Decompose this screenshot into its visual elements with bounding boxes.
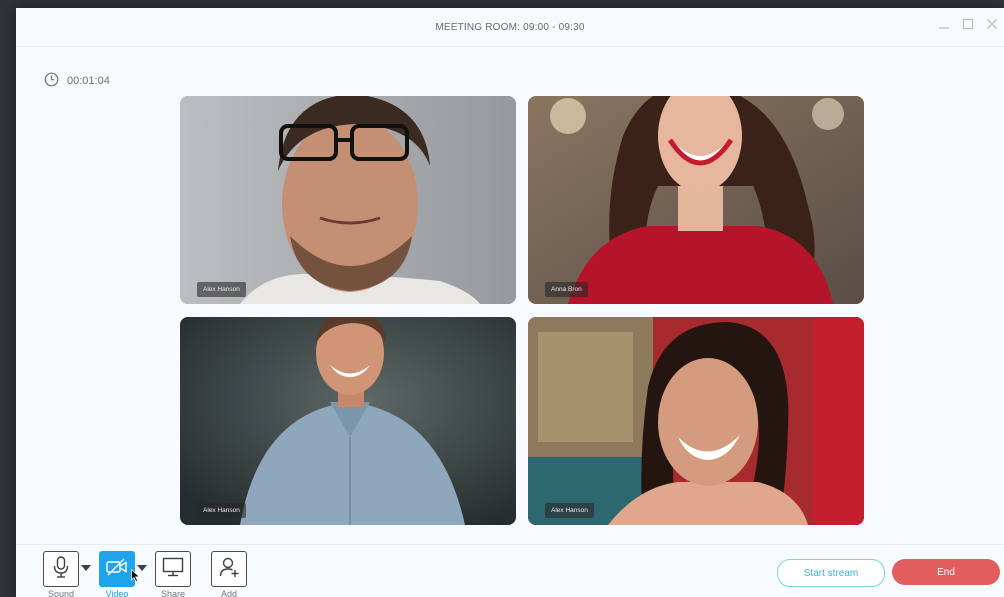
sound-label: Sound: [47, 589, 75, 597]
sound-toggle[interactable]: [43, 551, 79, 587]
video-off-icon: [106, 558, 128, 581]
window-title: MEETING ROOM: 09:00 - 09:30: [435, 21, 585, 33]
maximize-icon[interactable]: [962, 18, 974, 30]
video-toggle[interactable]: [99, 551, 135, 587]
title-bar: MEETING ROOM: 09:00 - 09:30: [16, 8, 1004, 47]
share-label: Share: [160, 589, 186, 597]
add-label: Add: [220, 589, 237, 597]
start-stream-button[interactable]: Start stream: [777, 559, 885, 587]
end-call-button[interactable]: End: [892, 559, 1000, 585]
add-participant-button[interactable]: Add: [209, 551, 249, 597]
minimize-icon[interactable]: [938, 18, 950, 30]
participant-name: Anna Bron: [545, 282, 588, 297]
video-label: Video: [105, 589, 129, 597]
clock-icon: [44, 72, 59, 90]
sound-button[interactable]: Sound: [41, 551, 81, 597]
participant-tile[interactable]: Alex Hanson: [528, 317, 864, 525]
participant-name: Alex Hanson: [545, 503, 594, 518]
participant-tile[interactable]: Alex Hanson: [180, 317, 516, 525]
participant-tile[interactable]: Anna Bron: [528, 96, 864, 304]
participant-name: Alex Hanson: [197, 282, 246, 297]
meeting-window: MEETING ROOM: 09:00 - 09:30 00:01:04 Ale…: [16, 8, 1004, 597]
window-controls: [938, 18, 998, 30]
call-controls-bar: Sound Video Share Add Start stream End: [16, 544, 1004, 597]
microphone-icon: [52, 555, 70, 583]
add-participant-toggle[interactable]: [211, 551, 247, 587]
share-toggle[interactable]: [155, 551, 191, 587]
close-icon[interactable]: [986, 18, 998, 30]
mouse-cursor-icon: [131, 568, 141, 587]
video-grid: Alex Hanson Anna Bron Alex Hanson Alex H…: [180, 96, 864, 528]
participant-video: [528, 96, 864, 304]
participant-tile[interactable]: Alex Hanson: [180, 96, 516, 304]
monitor-icon: [162, 557, 184, 582]
add-user-icon: [219, 556, 239, 583]
participant-video: [528, 317, 864, 525]
participant-name: Alex Hanson: [197, 503, 246, 518]
participant-video: [180, 96, 516, 304]
share-button[interactable]: Share: [153, 551, 193, 597]
participant-video: [180, 317, 516, 525]
call-timer: 00:01:04: [44, 72, 110, 90]
timer-value: 00:01:04: [67, 75, 110, 87]
sound-options-chevron-down-icon[interactable]: [81, 565, 91, 571]
